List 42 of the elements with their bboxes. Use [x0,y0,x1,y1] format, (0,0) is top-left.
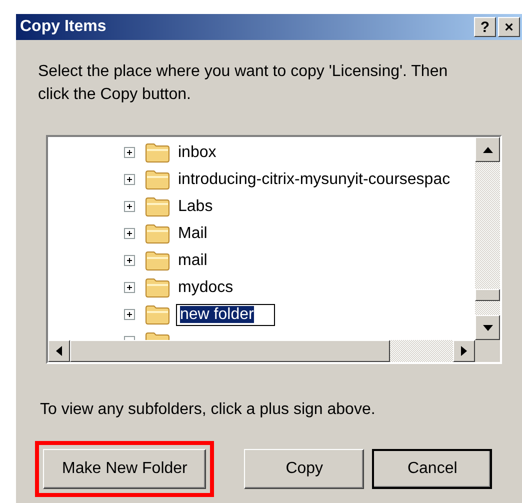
expand-icon[interactable] [124,147,135,158]
scroll-thumb[interactable] [475,289,500,301]
folder-icon [145,250,170,271]
expand-icon[interactable] [124,282,135,293]
scroll-right-button[interactable] [453,340,475,362]
dialog-button[interactable]: Make New Folder [43,449,206,489]
folder-icon [145,223,170,244]
vertical-scrollbar[interactable] [475,137,500,340]
scroll-thumb[interactable] [70,340,390,362]
folder-label[interactable]: Mail [176,224,210,244]
expand-icon[interactable] [124,174,135,185]
window-title: Copy Items [20,18,106,36]
folder-icon [145,142,170,163]
rename-field[interactable]: new folder [176,304,275,326]
left-arrow-icon [56,346,62,356]
instruction-text: Select the place where you want to copy 'Licensing'. Then click the Copy button. [38,62,449,105]
help-button[interactable]: ? [474,17,496,37]
folder-label[interactable]: mail [176,250,210,270]
folder-label[interactable]: mydocs [176,278,236,298]
folder-label[interactable]: inbox [176,142,218,162]
down-arrow-icon [482,324,492,330]
expand-icon[interactable] [124,309,135,320]
right-arrow-icon [461,346,467,356]
dialog-button[interactable]: Cancel [372,449,492,489]
scroll-down-button[interactable] [475,315,500,340]
scroll-up-button[interactable] [475,137,500,162]
up-arrow-icon [482,146,492,152]
hint-text: To view any subfolders, click a plus sign above. [40,401,376,419]
scrollbar-corner [475,340,500,362]
folder-icon [145,196,170,217]
folder-icon [145,169,170,190]
expand-icon[interactable] [124,228,135,239]
expand-icon[interactable] [124,255,135,266]
folder-icon [145,304,170,325]
close-button[interactable]: × [498,17,520,37]
folder-icon [145,277,170,298]
folder-label[interactable]: Labs [176,196,215,216]
horizontal-scrollbar[interactable] [48,340,475,362]
folder-label[interactable]: introducing-citrix-mysunyit-coursespac [176,170,452,190]
scroll-left-button[interactable] [48,340,70,362]
dialog-button[interactable]: Copy [244,449,364,489]
expand-icon[interactable] [124,201,135,212]
